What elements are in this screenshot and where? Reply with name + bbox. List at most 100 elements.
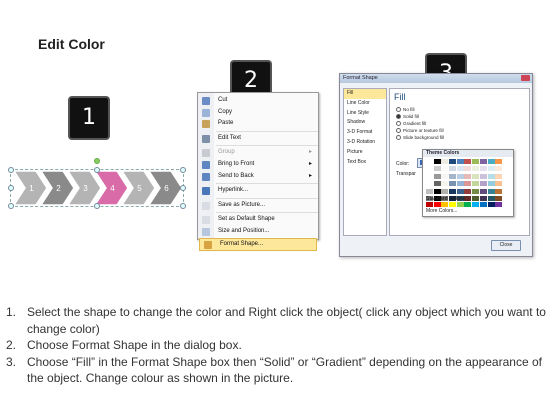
menu-item-set-default-shape[interactable]: Set as Default Shape: [198, 214, 318, 226]
menu-item-bring-to-front[interactable]: Bring to Front ▸: [198, 159, 318, 171]
color-swatch[interactable]: [495, 159, 503, 164]
color-swatch[interactable]: [456, 159, 464, 164]
category-text-box[interactable]: Text Box: [344, 158, 386, 168]
color-swatch[interactable]: [479, 173, 487, 179]
menu-item-format-shape[interactable]: Format Shape...: [199, 237, 317, 252]
color-swatch[interactable]: [441, 166, 449, 172]
color-swatch[interactable]: [449, 188, 457, 194]
color-swatch[interactable]: [472, 195, 480, 201]
color-swatch[interactable]: [449, 166, 457, 172]
category-picture[interactable]: Picture: [344, 148, 386, 158]
resize-handle[interactable]: [180, 167, 186, 173]
menu-item-hyperlink[interactable]: Hyperlink...: [198, 185, 318, 197]
color-swatch[interactable]: [464, 188, 472, 194]
color-swatch[interactable]: [456, 188, 464, 194]
close-icon[interactable]: [521, 75, 530, 81]
color-swatch[interactable]: [472, 166, 480, 172]
color-swatch[interactable]: [433, 202, 441, 207]
color-swatch[interactable]: [472, 188, 480, 194]
color-swatch[interactable]: [487, 188, 495, 194]
color-swatch[interactable]: [449, 159, 457, 164]
color-swatch[interactable]: [441, 173, 449, 179]
color-swatch[interactable]: [441, 159, 449, 164]
color-swatch[interactable]: [441, 202, 449, 207]
color-swatch[interactable]: [433, 166, 441, 172]
color-swatch[interactable]: [433, 159, 441, 164]
color-swatch[interactable]: [449, 173, 457, 179]
category-line-style[interactable]: Line Style: [344, 109, 386, 119]
color-swatch[interactable]: [495, 195, 503, 201]
color-swatch[interactable]: [456, 166, 464, 172]
color-swatch[interactable]: [487, 166, 495, 172]
menu-item-size-position[interactable]: Size and Position...: [198, 226, 318, 238]
color-swatch[interactable]: [441, 181, 449, 187]
color-swatch[interactable]: [426, 188, 433, 194]
resize-handle[interactable]: [180, 203, 186, 209]
color-swatch[interactable]: [426, 202, 433, 207]
rotate-handle[interactable]: [94, 158, 100, 164]
color-swatch[interactable]: [433, 173, 441, 179]
radio-button[interactable]: [396, 121, 401, 127]
option-picture-fill[interactable]: Picture or texture fill: [396, 128, 444, 134]
color-swatch[interactable]: [433, 188, 441, 194]
menu-item-cut[interactable]: Cut: [198, 95, 318, 107]
menu-item-paste[interactable]: Paste: [198, 118, 318, 130]
color-swatch[interactable]: [464, 181, 472, 187]
menu-item-send-to-back[interactable]: Send to Back ▸: [198, 171, 318, 183]
chevron-shapes[interactable]: 1 2 3 4 5 6: [8, 158, 186, 211]
category-shadow[interactable]: Shadow: [344, 118, 386, 128]
color-swatch[interactable]: [426, 181, 433, 187]
color-swatch[interactable]: [472, 181, 480, 187]
color-swatch[interactable]: [433, 181, 441, 187]
resize-handle[interactable]: [94, 167, 100, 173]
color-swatch[interactable]: [456, 173, 464, 179]
radio-button[interactable]: [396, 135, 401, 141]
resize-handle[interactable]: [94, 203, 100, 209]
color-swatch[interactable]: [487, 173, 495, 179]
color-swatch[interactable]: [487, 181, 495, 187]
category-fill[interactable]: Fill: [344, 89, 386, 99]
color-swatch[interactable]: [495, 202, 503, 207]
color-swatch[interactable]: [495, 188, 503, 194]
color-swatch[interactable]: [464, 166, 472, 172]
color-swatch[interactable]: [479, 195, 487, 201]
close-button[interactable]: Close: [491, 240, 521, 251]
color-swatch[interactable]: [464, 202, 472, 207]
menu-item-group[interactable]: Group ▸: [198, 147, 318, 159]
color-swatch[interactable]: [479, 188, 487, 194]
color-swatch[interactable]: [479, 202, 487, 207]
color-swatch[interactable]: [464, 159, 472, 164]
option-no-fill[interactable]: No fill: [396, 107, 415, 113]
color-swatch[interactable]: [449, 181, 457, 187]
menu-item-edit-text[interactable]: Edit Text: [198, 133, 318, 145]
radio-button[interactable]: [396, 114, 401, 120]
option-solid-fill[interactable]: Solid fill: [396, 114, 419, 120]
option-gradient-fill[interactable]: Gradient fill: [396, 121, 426, 127]
color-swatch[interactable]: [495, 181, 503, 187]
color-swatch[interactable]: [479, 159, 487, 164]
color-swatch[interactable]: [479, 181, 487, 187]
color-swatch[interactable]: [456, 202, 464, 207]
color-swatch[interactable]: [472, 202, 480, 207]
color-swatch[interactable]: [464, 195, 472, 201]
color-swatch[interactable]: [426, 166, 433, 172]
color-swatch[interactable]: [426, 159, 433, 164]
option-slide-background-fill[interactable]: Slide background fill: [396, 135, 444, 141]
color-swatch[interactable]: [464, 173, 472, 179]
category-line-color[interactable]: Line Color: [344, 99, 386, 109]
color-swatch[interactable]: [472, 159, 480, 164]
color-swatch[interactable]: [426, 173, 433, 179]
color-swatch[interactable]: [449, 202, 457, 207]
color-swatch[interactable]: [487, 195, 495, 201]
color-swatch[interactable]: [472, 173, 480, 179]
resize-handle[interactable]: [8, 203, 14, 209]
color-swatch[interactable]: [479, 166, 487, 172]
menu-item-save-as-picture[interactable]: Save as Picture...: [198, 200, 318, 212]
radio-button[interactable]: [396, 128, 401, 134]
resize-handle[interactable]: [180, 185, 186, 191]
color-swatch[interactable]: [495, 166, 503, 172]
radio-button[interactable]: [396, 107, 401, 113]
category-3d-format[interactable]: 3-D Format: [344, 128, 386, 138]
color-swatch[interactable]: [495, 173, 503, 179]
menu-item-copy[interactable]: Copy: [198, 107, 318, 119]
